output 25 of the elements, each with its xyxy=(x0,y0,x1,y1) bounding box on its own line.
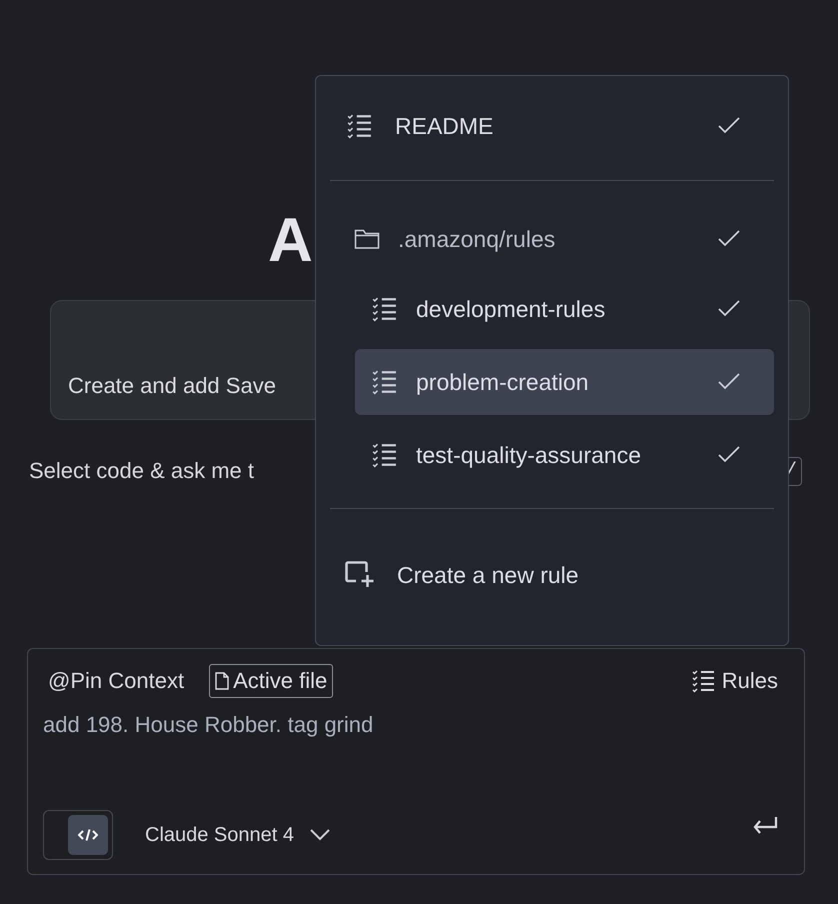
hint-text: Select code & ask me t xyxy=(29,458,254,484)
pin-context-button[interactable]: @Pin Context xyxy=(43,664,190,698)
welcome-heading: A xyxy=(268,210,313,272)
document-icon xyxy=(215,672,230,690)
checklist-icon xyxy=(370,369,398,395)
add-rule-icon xyxy=(345,561,375,589)
folder-item[interactable]: .amazonq/rules xyxy=(330,210,774,268)
code-toggle[interactable] xyxy=(43,810,113,860)
rule-item[interactable]: README xyxy=(330,91,774,161)
rule-item[interactable]: problem-creation xyxy=(355,349,774,415)
active-file-chip[interactable]: Active file xyxy=(209,664,334,698)
model-dropdown[interactable]: Claude Sonnet 4 xyxy=(145,824,330,846)
prompt-input[interactable]: add 198. House Robber. tag grind xyxy=(43,712,778,810)
enter-icon xyxy=(752,816,778,836)
create-rule-item[interactable]: Create a new rule xyxy=(330,542,774,608)
code-icon xyxy=(78,828,98,842)
checklist-icon xyxy=(370,296,398,322)
send-button[interactable] xyxy=(752,816,778,836)
chevron-down-icon xyxy=(310,829,330,841)
rules-button[interactable]: Rules xyxy=(690,668,778,694)
checklist-icon xyxy=(690,669,716,693)
folder-icon xyxy=(354,228,380,250)
checklist-icon xyxy=(370,442,398,468)
rule-item[interactable]: development-rules xyxy=(355,276,774,342)
checklist-icon xyxy=(345,113,373,139)
